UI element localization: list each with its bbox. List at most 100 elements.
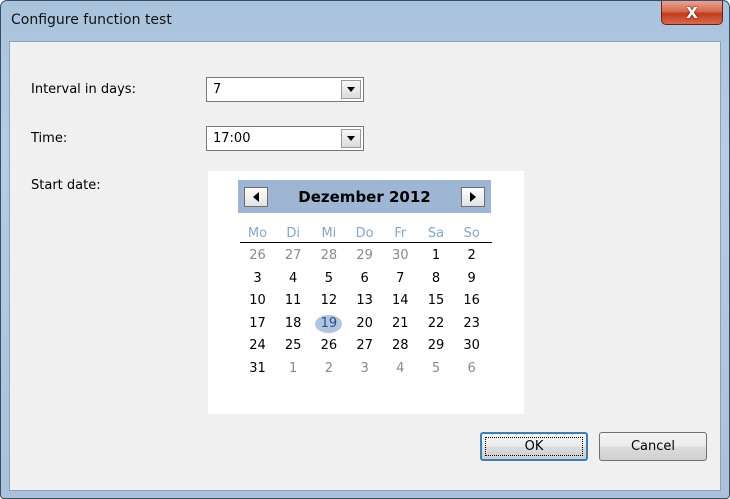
ok-button[interactable]: OK	[480, 432, 588, 461]
title-bar[interactable]: Configure function test X	[1, 1, 729, 41]
calendar-day-number: 31	[249, 360, 266, 376]
weekday-so: So	[463, 226, 480, 241]
calendar-day-number: 5	[324, 270, 334, 286]
calendar-day-cell[interactable]: 11	[276, 293, 311, 309]
interval-dropdown-button[interactable]	[341, 80, 361, 99]
calendar-day-number: 8	[431, 270, 441, 286]
calendar-day-cell[interactable]: 29	[419, 338, 454, 354]
calendar-day-cell[interactable]: 5	[419, 361, 454, 377]
calendar-day-cell[interactable]: 3	[240, 271, 275, 287]
next-month-button[interactable]	[461, 187, 485, 207]
calendar-day-number: 13	[356, 293, 373, 308]
calendar-day-cell[interactable]: 1	[276, 361, 311, 377]
calendar-day-cell[interactable]: 5	[311, 271, 346, 287]
calendar-day-number: 9	[467, 270, 476, 286]
time-dropdown[interactable]: 17:00	[206, 126, 364, 151]
calendar-day-cell[interactable]: 3	[347, 361, 382, 377]
calendar-day-cell[interactable]: 17	[240, 316, 275, 332]
calendar-day-cell[interactable]: 16	[454, 293, 489, 309]
calendar-day-cell[interactable]: 27	[347, 338, 382, 354]
calendar-day-cell[interactable]: 2	[454, 248, 489, 264]
weekday-di: Di	[286, 226, 300, 241]
calendar-day-number: 14	[392, 293, 409, 308]
interval-dropdown[interactable]: 7	[206, 77, 364, 102]
close-icon: X	[686, 3, 698, 22]
calendar-day-cell[interactable]: 30	[383, 248, 418, 264]
calendar-day-cell[interactable]: 20	[347, 316, 382, 332]
calendar-day-number: 10	[249, 293, 266, 308]
calendar-day-cell[interactable]: 7	[383, 271, 418, 287]
month-calendar[interactable]: Dezember 2012 Mo Di Mi Do Fr Sa So 26 27 28 29 30 1…	[208, 171, 524, 414]
interval-value: 7	[213, 82, 222, 97]
calendar-day-cell[interactable]: 27	[276, 248, 311, 264]
calendar-day-cell[interactable]: 1	[419, 248, 454, 264]
calendar-month-title[interactable]: Dezember 2012	[268, 188, 461, 206]
calendar-week-row: 24 25 26 27 28 29 30	[240, 338, 490, 354]
calendar-day-cell[interactable]: 28	[311, 248, 346, 264]
weekday-divider	[240, 242, 492, 243]
calendar-day-cell[interactable]: 4	[276, 271, 311, 287]
chevron-down-icon	[347, 136, 355, 141]
calendar-day-cell[interactable]: 23	[454, 316, 489, 332]
calendar-day-number: 22	[427, 315, 445, 331]
interval-label: Interval in days:	[31, 82, 136, 97]
dialog-title: Configure function test	[11, 12, 172, 28]
calendar-day-cell[interactable]: 10	[240, 293, 275, 309]
calendar-day-number: 1	[289, 360, 298, 376]
weekday-sa: Sa	[427, 226, 445, 241]
time-dropdown-button[interactable]	[341, 129, 361, 148]
calendar-day-number: 20	[356, 315, 373, 331]
calendar-day-number: 26	[249, 248, 266, 263]
previous-month-button[interactable]	[244, 187, 268, 207]
calendar-day-cell[interactable]: 26	[240, 248, 275, 264]
calendar-day-number: 5	[431, 360, 441, 376]
calendar-day-number: 26	[320, 338, 338, 353]
calendar-day-number: 28	[320, 248, 338, 263]
calendar-day-cell[interactable]: 21	[383, 316, 418, 332]
calendar-day-cell[interactable]: 30	[454, 338, 489, 354]
weekday-fr: Fr	[394, 226, 407, 241]
calendar-day-cell[interactable]: 15	[419, 293, 454, 309]
calendar-day-number: 21	[392, 315, 409, 331]
calendar-day-cell[interactable]: 8	[419, 271, 454, 287]
calendar-day-number: 24	[249, 338, 266, 353]
calendar-day-cell[interactable]: 26	[311, 338, 346, 354]
calendar-day-number: 28	[392, 338, 409, 353]
calendar-day-cell[interactable]: 18	[276, 316, 311, 332]
calendar-day-number: 17	[249, 315, 266, 331]
cancel-button[interactable]: Cancel	[599, 432, 707, 461]
calendar-day-cell[interactable]: 22	[419, 316, 454, 332]
calendar-day-cell[interactable]: 29	[347, 248, 382, 264]
calendar-day-cell[interactable]: 9	[454, 271, 489, 287]
calendar-day-cell[interactable]: 6	[454, 361, 489, 377]
calendar-day-cell[interactable]: 31	[240, 361, 275, 377]
calendar-day-cell[interactable]: 14	[383, 293, 418, 309]
calendar-day-number: 1	[431, 248, 441, 263]
start-date-label: Start date:	[31, 178, 101, 193]
arrow-left-icon	[253, 192, 259, 202]
close-button[interactable]: X	[661, 1, 723, 25]
calendar-day-number: 2	[467, 248, 476, 263]
calendar-day-number: 6	[467, 360, 476, 376]
calendar-day-number: 3	[360, 360, 369, 376]
calendar-day-cell[interactable]: 2	[311, 361, 346, 377]
calendar-week-row: 3 4 5 6 7 8 9	[240, 271, 490, 287]
calendar-day-cell[interactable]: 4	[383, 361, 418, 377]
calendar-day-cell[interactable]: 12	[311, 293, 346, 309]
calendar-day-cell[interactable]: 24	[240, 338, 275, 354]
calendar-day-cell[interactable]: 13	[347, 293, 382, 309]
selected-day-cell[interactable]: 19	[311, 314, 346, 333]
calendar-day-cell[interactable]: 28	[383, 338, 418, 354]
calendar-day-number: 30	[392, 248, 409, 263]
calendar-day-number: 12	[320, 293, 338, 308]
ok-button-label: OK	[524, 439, 544, 454]
calendar-day-cell[interactable]: 6	[347, 271, 382, 287]
calendar-week-row: 10 11 12 13 14 15 16	[240, 293, 490, 309]
calendar-week-row: 17 18 19 20 21 22 23	[240, 314, 490, 333]
calendar-day-cell[interactable]: 25	[276, 338, 311, 354]
calendar-day-number: 27	[284, 248, 302, 263]
time-value: 17:00	[213, 131, 251, 146]
calendar-day-number: 4	[396, 360, 405, 376]
weekday-mi: Mi	[321, 226, 337, 241]
calendar-day-number: 3	[253, 270, 262, 286]
